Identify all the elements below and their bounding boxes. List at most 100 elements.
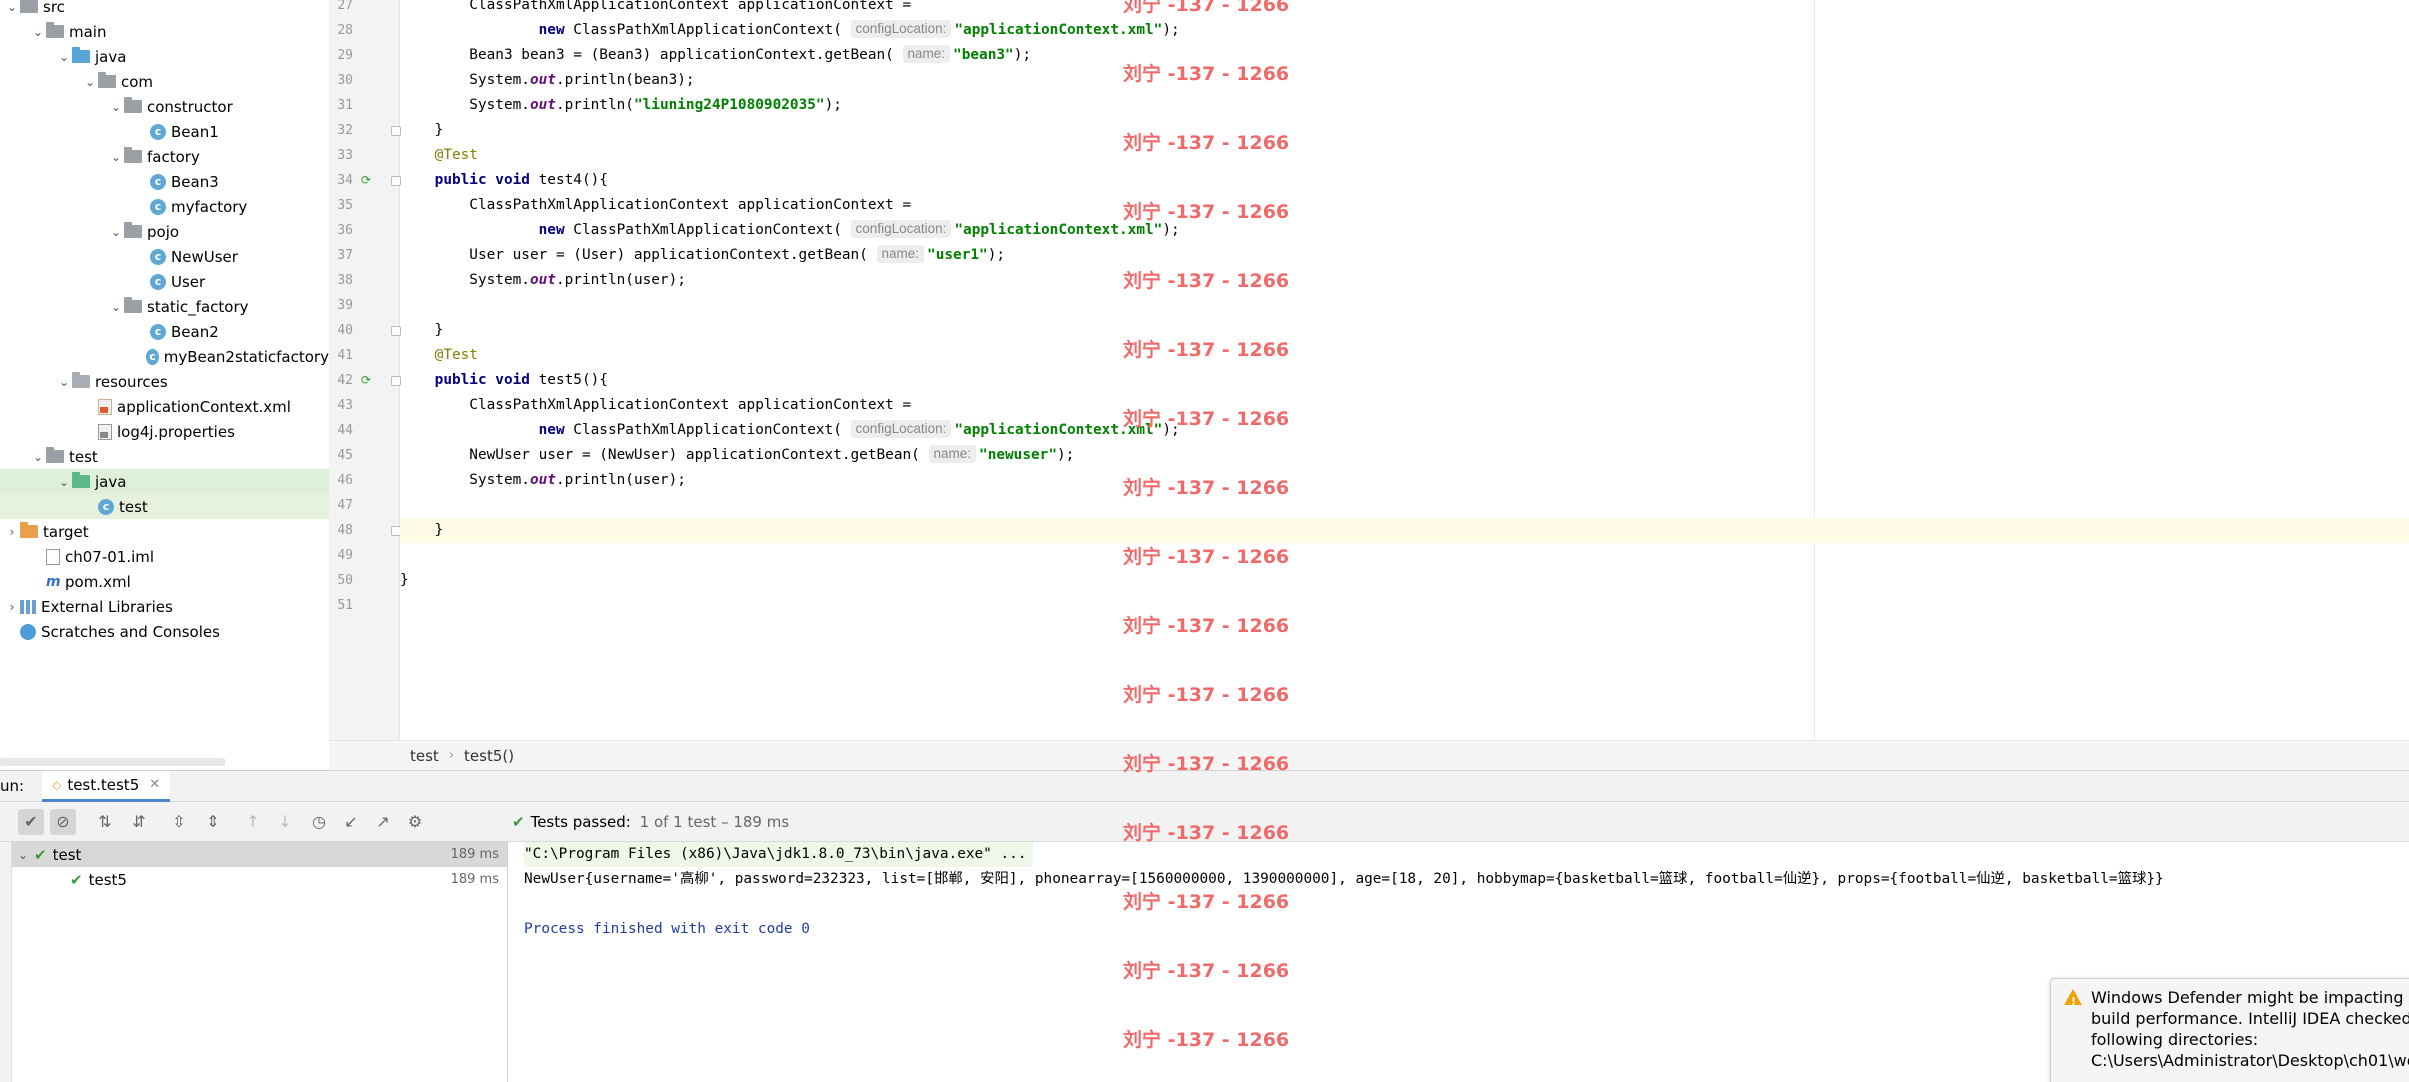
- code-line[interactable]: Bean3 bean3 = (Bean3) applicationContext…: [400, 43, 2409, 68]
- code-token: new: [538, 422, 565, 438]
- code-line[interactable]: }: [400, 518, 2409, 543]
- code-line[interactable]: public void test4(){: [400, 168, 2409, 193]
- test-result-row[interactable]: ⌄ ✔ test 189 ms: [12, 842, 507, 867]
- code-line[interactable]: ClassPathXmlApplicationContext applicati…: [400, 0, 2409, 18]
- line-number: 36: [337, 223, 353, 238]
- chevron-down-icon[interactable]: ⌄: [108, 150, 124, 164]
- settings-gear-icon[interactable]: ⚙: [402, 809, 428, 835]
- show-ignored-icon[interactable]: ⊘: [50, 809, 76, 835]
- tree-item[interactable]: ⌄ main: [0, 19, 329, 44]
- code-line[interactable]: @Test: [400, 143, 2409, 168]
- line-number: 28: [337, 23, 353, 38]
- tree-item[interactable]: c test: [0, 494, 329, 519]
- previous-failed-test-icon[interactable]: ↑: [240, 809, 266, 835]
- line-number: 47: [337, 498, 353, 513]
- tree-item[interactable]: c NewUser: [0, 244, 329, 269]
- tree-item[interactable]: c myfactory: [0, 194, 329, 219]
- code-line[interactable]: NewUser user = (NewUser) applicationCont…: [400, 443, 2409, 468]
- tree-item[interactable]: log4j.properties: [0, 419, 329, 444]
- code-line[interactable]: ClassPathXmlApplicationContext applicati…: [400, 393, 2409, 418]
- tree-item[interactable]: ⌄ pojo: [0, 219, 329, 244]
- tree-item-label: constructor: [147, 97, 233, 116]
- tree-item[interactable]: ⌄ resources: [0, 369, 329, 394]
- line-number: 37: [337, 248, 353, 263]
- code-line[interactable]: System.out.println(user);: [400, 268, 2409, 293]
- tree-item[interactable]: ch07-01.iml: [0, 544, 329, 569]
- code-editor[interactable]: 27 28 29 30 31 32 33 34 35 36 37 38 39 40 41 42 43 44 45 46…: [329, 0, 2409, 740]
- chevron-down-icon[interactable]: ⌄: [56, 375, 72, 389]
- chevron-down-icon[interactable]: ⌄: [30, 450, 46, 464]
- code-line[interactable]: User user = (User) applicationContext.ge…: [400, 243, 2409, 268]
- code-line[interactable]: [400, 543, 2409, 568]
- tree-item[interactable]: › External Libraries: [0, 594, 329, 619]
- tree-item[interactable]: ⌄ constructor: [0, 94, 329, 119]
- code-line[interactable]: new ClassPathXmlApplicationContext( conf…: [400, 18, 2409, 43]
- chevron-right-icon[interactable]: ›: [4, 600, 20, 614]
- close-icon[interactable]: ✕: [149, 777, 160, 792]
- code-line[interactable]: }: [400, 118, 2409, 143]
- iml-file-icon: [46, 548, 60, 565]
- console-command-line[interactable]: "C:\Program Files (x86)\Java\jdk1.8.0_73…: [524, 842, 1033, 867]
- code-line[interactable]: }: [400, 568, 2409, 593]
- tests-passed-label: Tests passed:: [530, 813, 631, 831]
- code-line[interactable]: System.out.println(bean3);: [400, 68, 2409, 93]
- next-failed-test-icon[interactable]: ↓: [272, 809, 298, 835]
- chevron-down-icon[interactable]: ⌄: [108, 300, 124, 314]
- tree-item[interactable]: ⌄ java: [0, 469, 329, 494]
- tree-item-label: External Libraries: [41, 597, 173, 616]
- expand-all-icon[interactable]: ⇳: [166, 809, 192, 835]
- tree-item[interactable]: ⌄ src: [0, 0, 329, 19]
- code-line[interactable]: [400, 593, 2409, 618]
- watermark-text: 刘宁 -137 - 1266: [1123, 408, 1290, 430]
- export-tests-icon[interactable]: ↗: [370, 809, 396, 835]
- tree-item-label: pojo: [147, 222, 180, 241]
- sort-alphabetically-icon[interactable]: ⇅: [92, 809, 118, 835]
- tree-item[interactable]: Scratches and Consoles: [0, 619, 329, 644]
- tree-item[interactable]: ⌄ static_factory: [0, 294, 329, 319]
- chevron-down-icon[interactable]: ⌄: [12, 848, 34, 862]
- run-config-tab[interactable]: ◇ test.test5 ✕: [42, 770, 171, 802]
- breadcrumb-item-method[interactable]: test5(): [464, 747, 514, 765]
- tree-item[interactable]: c Bean2: [0, 319, 329, 344]
- chevron-down-icon[interactable]: ⌄: [4, 0, 20, 14]
- sort-by-duration-icon[interactable]: ⇵: [126, 809, 152, 835]
- chevron-down-icon[interactable]: ⌄: [108, 225, 124, 239]
- chevron-right-icon[interactable]: ›: [4, 525, 20, 539]
- project-tree-scrollbar[interactable]: [0, 758, 225, 766]
- chevron-down-icon[interactable]: ⌄: [82, 75, 98, 89]
- tree-item[interactable]: m pom.xml: [0, 569, 329, 594]
- breadcrumb-item-class[interactable]: test: [410, 747, 439, 765]
- test-result-row[interactable]: ✔ test5 189 ms: [12, 867, 507, 892]
- collapse-all-icon[interactable]: ⇕: [200, 809, 226, 835]
- code-line[interactable]: @Test: [400, 343, 2409, 368]
- tree-item[interactable]: › target: [0, 519, 329, 544]
- import-tests-icon[interactable]: ↙: [338, 809, 364, 835]
- chevron-down-icon[interactable]: ⌄: [56, 475, 72, 489]
- tree-item[interactable]: ⌄ com: [0, 69, 329, 94]
- tree-item[interactable]: c Bean1: [0, 119, 329, 144]
- code-line[interactable]: ClassPathXmlApplicationContext applicati…: [400, 193, 2409, 218]
- code-line[interactable]: }: [400, 318, 2409, 343]
- windows-defender-notification[interactable]: Windows Defender might be impacting your…: [2050, 978, 2409, 1082]
- show-passed-icon[interactable]: ✔: [18, 809, 44, 835]
- tree-item[interactable]: ⌄ java: [0, 44, 329, 69]
- tree-item[interactable]: c myBean2staticfactory: [0, 344, 329, 369]
- tree-item[interactable]: ⌄ factory: [0, 144, 329, 169]
- run-test-gutter-icon[interactable]: ⟳: [361, 173, 371, 187]
- code-line[interactable]: public void test5(){: [400, 368, 2409, 393]
- tree-item[interactable]: c Bean3: [0, 169, 329, 194]
- tree-item[interactable]: ⌄ test: [0, 444, 329, 469]
- code-line[interactable]: [400, 493, 2409, 518]
- tree-item[interactable]: c User: [0, 269, 329, 294]
- test-history-icon[interactable]: ◷: [306, 809, 332, 835]
- run-test-gutter-icon[interactable]: ⟳: [361, 373, 371, 387]
- code-line[interactable]: [400, 293, 2409, 318]
- chevron-down-icon[interactable]: ⌄: [30, 25, 46, 39]
- tree-item[interactable]: applicationContext.xml: [0, 394, 329, 419]
- code-line[interactable]: System.out.println(user);: [400, 468, 2409, 493]
- code-line[interactable]: new ClassPathXmlApplicationContext( conf…: [400, 218, 2409, 243]
- code-line[interactable]: new ClassPathXmlApplicationContext( conf…: [400, 418, 2409, 443]
- chevron-down-icon[interactable]: ⌄: [56, 50, 72, 64]
- chevron-down-icon[interactable]: ⌄: [108, 100, 124, 114]
- code-line[interactable]: System.out.println("liuning24P1080902035…: [400, 93, 2409, 118]
